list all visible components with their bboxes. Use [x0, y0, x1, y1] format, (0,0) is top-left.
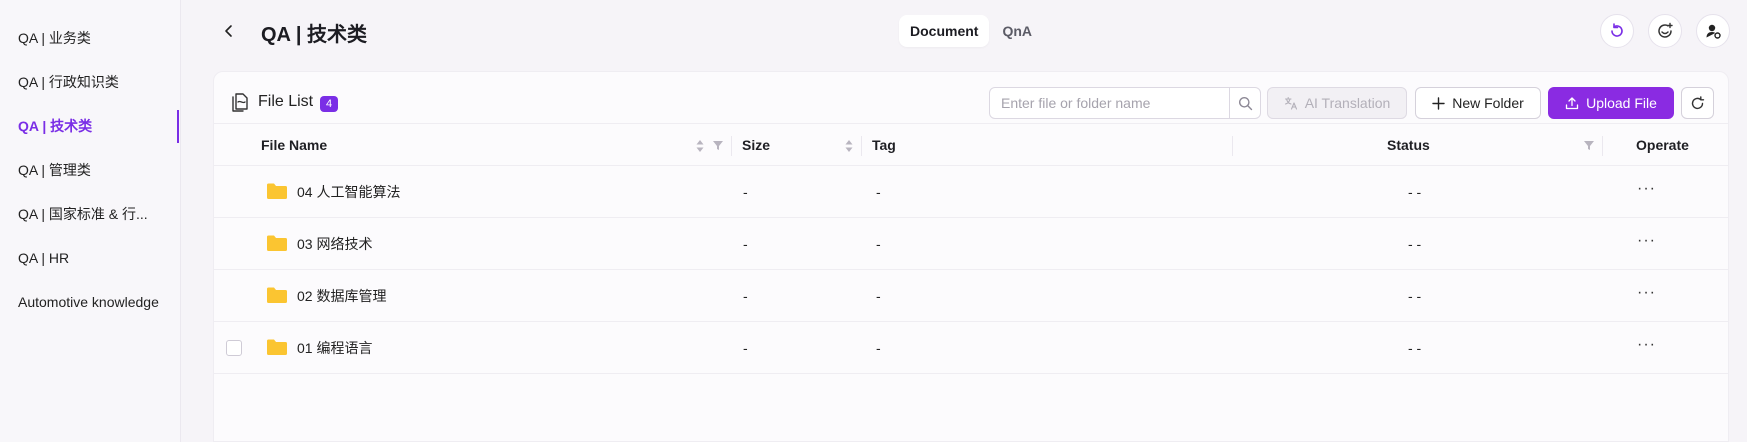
translate-icon [1284, 96, 1297, 110]
file-size: - [743, 340, 748, 356]
folder-icon [267, 235, 287, 251]
sidebar-item-national-standard[interactable]: QA | 国家标准 & 行... [18, 203, 148, 225]
new-folder-button[interactable]: New Folder [1415, 87, 1541, 119]
table-row[interactable]: 04 人工智能算法 - - - - ··· [214, 166, 1728, 218]
more-options-button[interactable]: ··· [1637, 270, 1656, 322]
file-tag: - [876, 236, 881, 252]
file-list-card: File List 4 AI Translation New Folder Up… [213, 71, 1729, 442]
sidebar-item-automotive-knowledge[interactable]: Automotive knowledge [18, 291, 159, 313]
sort-icon[interactable] [695, 138, 705, 154]
back-button[interactable] [218, 20, 240, 42]
user-settings-button[interactable] [1696, 14, 1730, 48]
file-status: - - [1408, 236, 1422, 252]
column-separator [861, 136, 862, 156]
plus-icon [1432, 96, 1445, 110]
file-tag: - [876, 184, 881, 200]
column-tag: Tag [872, 137, 896, 153]
column-file-name[interactable]: File Name [261, 124, 327, 167]
page-title: QA | 技术类 [261, 24, 367, 46]
sidebar-item-admin-knowledge[interactable]: QA | 行政知识类 [18, 71, 119, 93]
file-list-title: File List [258, 93, 314, 110]
column-size[interactable]: Size [742, 124, 770, 167]
column-operate: Operate [1636, 137, 1689, 153]
ai-chat-button[interactable] [1648, 14, 1682, 48]
sort-icon[interactable] [844, 138, 854, 154]
file-name[interactable]: 03 网络技术 [297, 218, 372, 270]
search-box [989, 87, 1261, 119]
file-status: - - [1408, 288, 1422, 304]
tab-qna[interactable]: QnA [991, 15, 1043, 47]
column-separator [1232, 136, 1233, 156]
file-status: - - [1408, 184, 1422, 200]
table-row[interactable]: 03 网络技术 - - - - ··· [214, 218, 1728, 270]
ai-translation-label: AI Translation [1304, 95, 1391, 111]
user-settings-icon [1706, 24, 1721, 39]
file-status: - - [1408, 340, 1422, 356]
filter-icon[interactable] [1583, 138, 1595, 152]
column-separator [731, 136, 732, 156]
chevron-left-icon [225, 25, 232, 37]
tab-document[interactable]: Document [899, 15, 990, 47]
file-name[interactable]: 01 编程语言 [297, 322, 372, 374]
refresh-button[interactable] [1681, 87, 1714, 119]
filter-icon[interactable] [712, 138, 724, 152]
file-size: - [743, 184, 748, 200]
file-name[interactable]: 04 人工智能算法 [297, 166, 400, 218]
upload-file-button[interactable]: Upload File [1548, 87, 1674, 119]
ai-chat-icon [1658, 22, 1673, 38]
sidebar-item-management[interactable]: QA | 管理类 [18, 159, 91, 181]
upload-icon [1565, 97, 1579, 110]
file-tag: - [876, 288, 881, 304]
search-input[interactable] [990, 88, 1229, 118]
sidebar-item-hr[interactable]: QA | HR [18, 247, 69, 269]
sidebar: QA | 业务类 QA | 行政知识类 QA | 技术类 QA | 管理类 QA… [0, 0, 181, 442]
more-options-button[interactable]: ··· [1637, 166, 1656, 218]
history-refresh-button[interactable] [1600, 14, 1634, 48]
more-options-button[interactable]: ··· [1637, 218, 1656, 270]
file-name[interactable]: 02 数据库管理 [297, 270, 386, 322]
file-size: - [743, 236, 748, 252]
history-refresh-icon [1611, 23, 1623, 37]
file-size: - [743, 288, 748, 304]
table-header: File Name Size Tag Status Operate [214, 123, 1728, 166]
sidebar-item-business[interactable]: QA | 业务类 [18, 27, 91, 49]
folder-icon [267, 339, 287, 355]
table-row[interactable]: 02 数据库管理 - - - - ··· [214, 270, 1728, 322]
file-list-icon [232, 93, 248, 112]
view-tabs: Document QnA [899, 15, 1043, 47]
new-folder-label: New Folder [1452, 95, 1524, 111]
row-checkbox[interactable] [226, 340, 242, 356]
sidebar-item-technology[interactable]: QA | 技术类 [18, 115, 92, 137]
more-options-button[interactable]: ··· [1637, 322, 1656, 374]
sidebar-active-indicator [177, 110, 179, 143]
search-icon [1238, 96, 1252, 110]
file-tag: - [876, 340, 881, 356]
column-separator [1602, 136, 1603, 156]
table-row[interactable]: 01 编程语言 - - - - ··· [214, 322, 1728, 374]
refresh-icon [1691, 95, 1705, 109]
folder-icon [267, 183, 287, 199]
column-status: Status [1387, 137, 1430, 153]
search-button[interactable] [1229, 88, 1260, 118]
folder-icon [267, 287, 287, 303]
upload-file-label: Upload File [1586, 95, 1657, 111]
file-count-badge: 4 [320, 96, 338, 112]
ai-translation-button[interactable]: AI Translation [1267, 87, 1407, 119]
